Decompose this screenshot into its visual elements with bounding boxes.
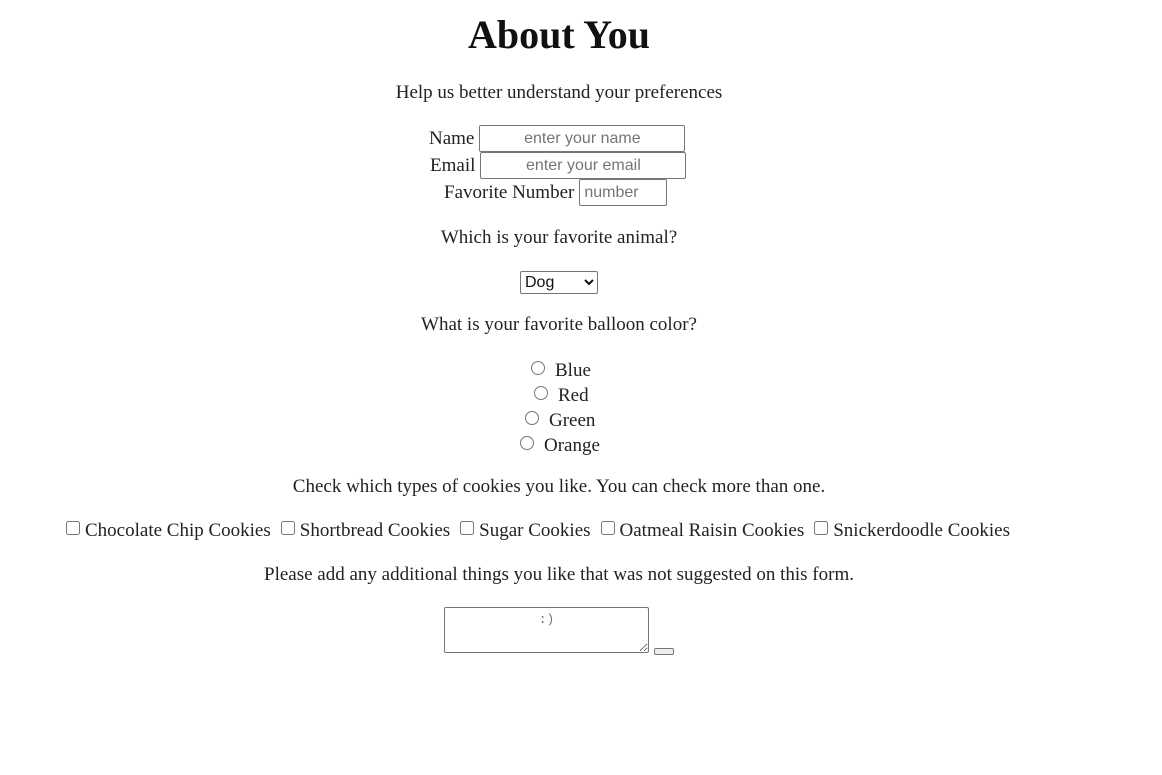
name-input[interactable] [479, 125, 686, 152]
submit-button[interactable] [654, 648, 674, 655]
balloon-question: What is your favorite balloon color? [421, 314, 697, 335]
cookie-option-sugar[interactable]: Sugar Cookies [460, 520, 591, 542]
balloon-option-orange[interactable]: Orange [520, 435, 600, 457]
animal-select-row: Dog [520, 271, 598, 294]
favorite-number-row: Favorite Number [444, 179, 668, 206]
cookie-label-snickerdoodle: Snickerdoodle Cookies [833, 520, 1011, 541]
additional-textarea[interactable] [444, 607, 649, 653]
balloon-label-orange: Orange [544, 435, 600, 456]
cookie-checkbox-oatmeal-raisin[interactable] [600, 521, 615, 535]
email-label: Email [430, 154, 476, 176]
cookie-checkbox-sugar[interactable] [460, 521, 475, 535]
animal-question: Which is your favorite animal? [440, 227, 678, 248]
balloon-label-green: Green [549, 410, 596, 431]
page-subtitle: Help us better understand your preferenc… [395, 82, 723, 103]
balloon-radio-orange[interactable] [520, 436, 534, 450]
cookie-option-oatmeal-raisin[interactable]: Oatmeal Raisin Cookies [600, 520, 805, 542]
cookie-label-shortbread: Shortbread Cookies [299, 520, 451, 541]
cookie-option-shortbread[interactable]: Shortbread Cookies [280, 520, 451, 542]
balloon-option-blue[interactable]: Blue [531, 360, 591, 382]
favorite-number-label: Favorite Number [444, 181, 575, 203]
cookie-checkbox-shortbread[interactable] [280, 521, 295, 535]
cookie-checkbox-snickerdoodle[interactable] [814, 521, 829, 535]
balloon-label-blue: Blue [555, 360, 591, 381]
name-row: Name [429, 125, 686, 152]
email-row: Email [430, 152, 687, 179]
page-title: About You [468, 12, 650, 57]
name-label: Name [429, 127, 475, 149]
cookie-label-chocolate-chip: Chocolate Chip Cookies [85, 520, 271, 541]
balloon-radio-red[interactable] [534, 386, 548, 400]
cookie-label-oatmeal-raisin: Oatmeal Raisin Cookies [619, 520, 805, 541]
balloon-radio-green[interactable] [525, 411, 539, 425]
cookie-checkbox-chocolate-chip[interactable] [66, 521, 80, 535]
animal-select[interactable]: Dog [520, 271, 598, 294]
balloon-option-green[interactable]: Green [525, 410, 595, 432]
cookie-label-sugar: Sugar Cookies [479, 520, 591, 541]
balloon-option-red[interactable]: Red [534, 385, 589, 407]
favorite-number-input[interactable] [579, 179, 668, 206]
cookie-option-snickerdoodle[interactable]: Snickerdoodle Cookies [814, 520, 1010, 542]
balloon-radio-blue[interactable] [531, 361, 545, 375]
cookies-options: Chocolate Chip Cookies Shortbread Cookie… [66, 520, 1020, 542]
additional-question: Please add any additional things you lik… [264, 564, 854, 585]
cookies-question: Check which types of cookies you like. Y… [292, 476, 826, 497]
email-input[interactable] [480, 152, 687, 179]
balloon-label-red: Red [558, 385, 589, 406]
cookie-option-chocolate-chip[interactable]: Chocolate Chip Cookies [66, 520, 271, 542]
